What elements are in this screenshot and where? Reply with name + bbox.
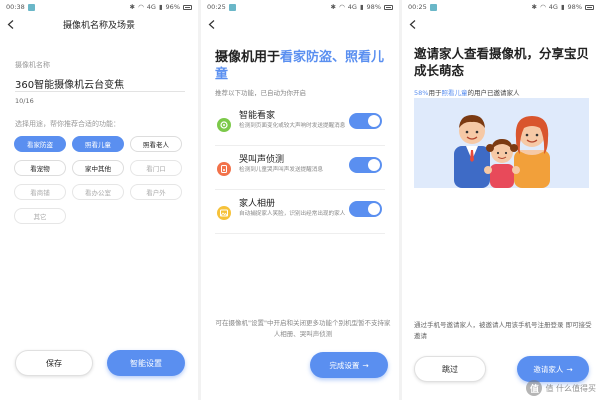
signal-icon: ▮ (359, 3, 364, 11)
smart-settings-button[interactable]: 智能设置 (107, 350, 185, 376)
battery-icon (183, 4, 192, 10)
status-bar: 00:38 ✱ ◠ 4G ▮ 96% (0, 0, 198, 14)
status-time: 00:25 (408, 3, 427, 11)
name-field-label: 摄像机名称 (15, 61, 50, 69)
bluetooth-icon: ✱ (330, 3, 337, 11)
chip-office[interactable]: 看办公室 (72, 184, 124, 200)
page-heading: 摄像机用于看家防盗、照看儿童 (215, 49, 390, 83)
feature-desc: 自动捕捉家人笑脸，识别出经常出现的家人 (239, 211, 346, 217)
wifi-icon: ◠ (339, 3, 345, 11)
status-time: 00:25 (207, 3, 226, 11)
footer-note: 通过手机号邀请家人，被邀请人用该手机号注册登录 即可接受邀请 (414, 321, 592, 340)
chip-child-care[interactable]: 照看儿童 (72, 136, 124, 152)
top-bar (402, 14, 600, 34)
skip-button[interactable]: 跳过 (414, 356, 486, 382)
save-button[interactable]: 保存 (15, 350, 93, 376)
status-time: 00:38 (6, 3, 25, 11)
feature-title: 家人相册 (239, 199, 276, 209)
feature-title: 哭叫声侦测 (239, 155, 285, 165)
battery-icon (384, 4, 393, 10)
top-bar (201, 14, 399, 34)
family-album-icon (217, 205, 231, 220)
battery-percent: 96% (165, 3, 180, 11)
back-button[interactable] (402, 14, 424, 34)
camera-name-input[interactable] (15, 75, 185, 92)
signal-icon: ▮ (158, 3, 163, 11)
heading-prefix: 摄像机用于 (215, 50, 281, 65)
watermark: 值 值 什么值得买 (526, 380, 596, 396)
page-subtitle: 推荐以下功能，已自动为你开启 (215, 89, 306, 97)
page-heading: 邀请家人查看摄像机，分享宝贝成长萌态 (414, 46, 590, 78)
signal-type: 4G (347, 3, 357, 11)
signal-icon: ▮ (560, 3, 565, 11)
chip-pets[interactable]: 看宠物 (14, 160, 66, 176)
app-notification-icon (228, 3, 236, 11)
app-setup-screens: 00:38 ✱ ◠ 4G ▮ 96% 摄像机名称及场景 摄像机名称 10/16 … (0, 0, 600, 400)
feature-row: 智能看家 检测到页面变化或较大声响时发送提醒消息 (215, 106, 385, 146)
finish-setup-button[interactable]: 完成设置 → (310, 352, 388, 378)
char-counter: 10/16 (15, 97, 34, 105)
feature-desc: 检测到页面变化或较大声响时发送提醒消息 (239, 123, 346, 129)
back-button[interactable] (201, 14, 223, 34)
feature-row: 哭叫声侦测 检测到儿童哭声叫声发送提醒消息 (215, 150, 385, 190)
chip-doorway[interactable]: 看门口 (130, 160, 182, 176)
footer-note: 可在摄像机"设置"中开启和关闭更多功能个别机型暂不支持家人相册、哭叫声侦测 (215, 319, 391, 338)
camera-name-screen: 00:38 ✱ ◠ 4G ▮ 96% 摄像机名称及场景 摄像机名称 10/16 … (0, 0, 198, 400)
chip-other[interactable]: 其它 (14, 208, 66, 224)
invite-percent: 58% (414, 89, 429, 97)
feature-recommend-screen: 00:25 ✱ ◠ 4G ▮ 98% 摄像机用于看家防盗、照看儿童 推荐以下功能… (201, 0, 399, 400)
battery-icon (585, 4, 594, 10)
status-bar: 00:25 ✱ ◠ 4G ▮ 98% (402, 0, 600, 14)
top-bar: 摄像机名称及场景 (0, 14, 198, 34)
feature-toggle[interactable] (349, 201, 382, 217)
family-illustration (414, 98, 589, 188)
app-notification-icon (429, 3, 437, 11)
arrow-right-icon: → (362, 360, 369, 370)
signal-type: 4G (146, 3, 156, 11)
bluetooth-icon: ✱ (531, 3, 538, 11)
chip-elder-care[interactable]: 照看老人 (130, 136, 182, 152)
page-title: 摄像机名称及场景 (62, 20, 135, 31)
subtitle-suffix: 的用户已邀请家人 (467, 89, 520, 97)
home-guard-icon (217, 117, 231, 132)
feature-title: 智能看家 (239, 111, 276, 121)
bluetooth-icon: ✱ (129, 3, 136, 11)
toggle-knob (368, 203, 380, 215)
usage-hint: 选择用途，帮你推荐合适的功能： (15, 120, 120, 128)
feature-row: 家人相册 自动捕捉家人笑脸，识别出经常出现的家人 (215, 194, 385, 234)
invite-family-button[interactable]: 邀请家人 → (517, 356, 589, 382)
cry-detect-icon (217, 161, 231, 176)
toggle-knob (368, 159, 380, 171)
page-subtitle: 58%用于照看儿童的用户已邀请家人 (414, 87, 519, 97)
chevron-left-icon (409, 19, 416, 29)
subtitle-mid: 用于 (428, 89, 442, 97)
battery-percent: 98% (366, 3, 381, 11)
finish-setup-label: 完成设置 (329, 360, 360, 370)
invite-family-label: 邀请家人 (533, 364, 564, 374)
watermark-logo-icon: 值 (526, 380, 543, 396)
wifi-icon: ◠ (540, 3, 546, 11)
chip-outdoor[interactable]: 看户外 (130, 184, 182, 200)
signal-type: 4G (548, 3, 558, 11)
status-bar: 00:25 ✱ ◠ 4G ▮ 98% (201, 0, 399, 14)
battery-percent: 98% (567, 3, 582, 11)
toggle-knob (368, 115, 380, 127)
invite-family-screen: 00:25 ✱ ◠ 4G ▮ 98% 邀请家人查看摄像机，分享宝贝成长萌态 58… (402, 0, 600, 400)
chevron-left-icon (208, 19, 215, 29)
chip-home-guard[interactable]: 看家防盗 (14, 136, 66, 152)
feature-desc: 检测到儿童哭声叫声发送提醒消息 (239, 167, 323, 173)
feature-toggle[interactable] (349, 157, 382, 173)
chip-shop[interactable]: 看商铺 (14, 184, 66, 200)
wifi-icon: ◠ (138, 3, 144, 11)
watermark-text: 值 什么值得买 (545, 383, 596, 393)
subtitle-highlight: 照看儿童 (441, 89, 468, 97)
chip-home-other[interactable]: 家中其他 (72, 160, 124, 176)
arrow-right-icon: → (566, 364, 573, 374)
app-notification-icon (27, 3, 35, 11)
feature-toggle[interactable] (349, 113, 382, 129)
usage-chips: 看家防盗 照看儿童 照看老人 看宠物 家中其他 看门口 看商铺 看办公室 看户外… (14, 136, 189, 224)
